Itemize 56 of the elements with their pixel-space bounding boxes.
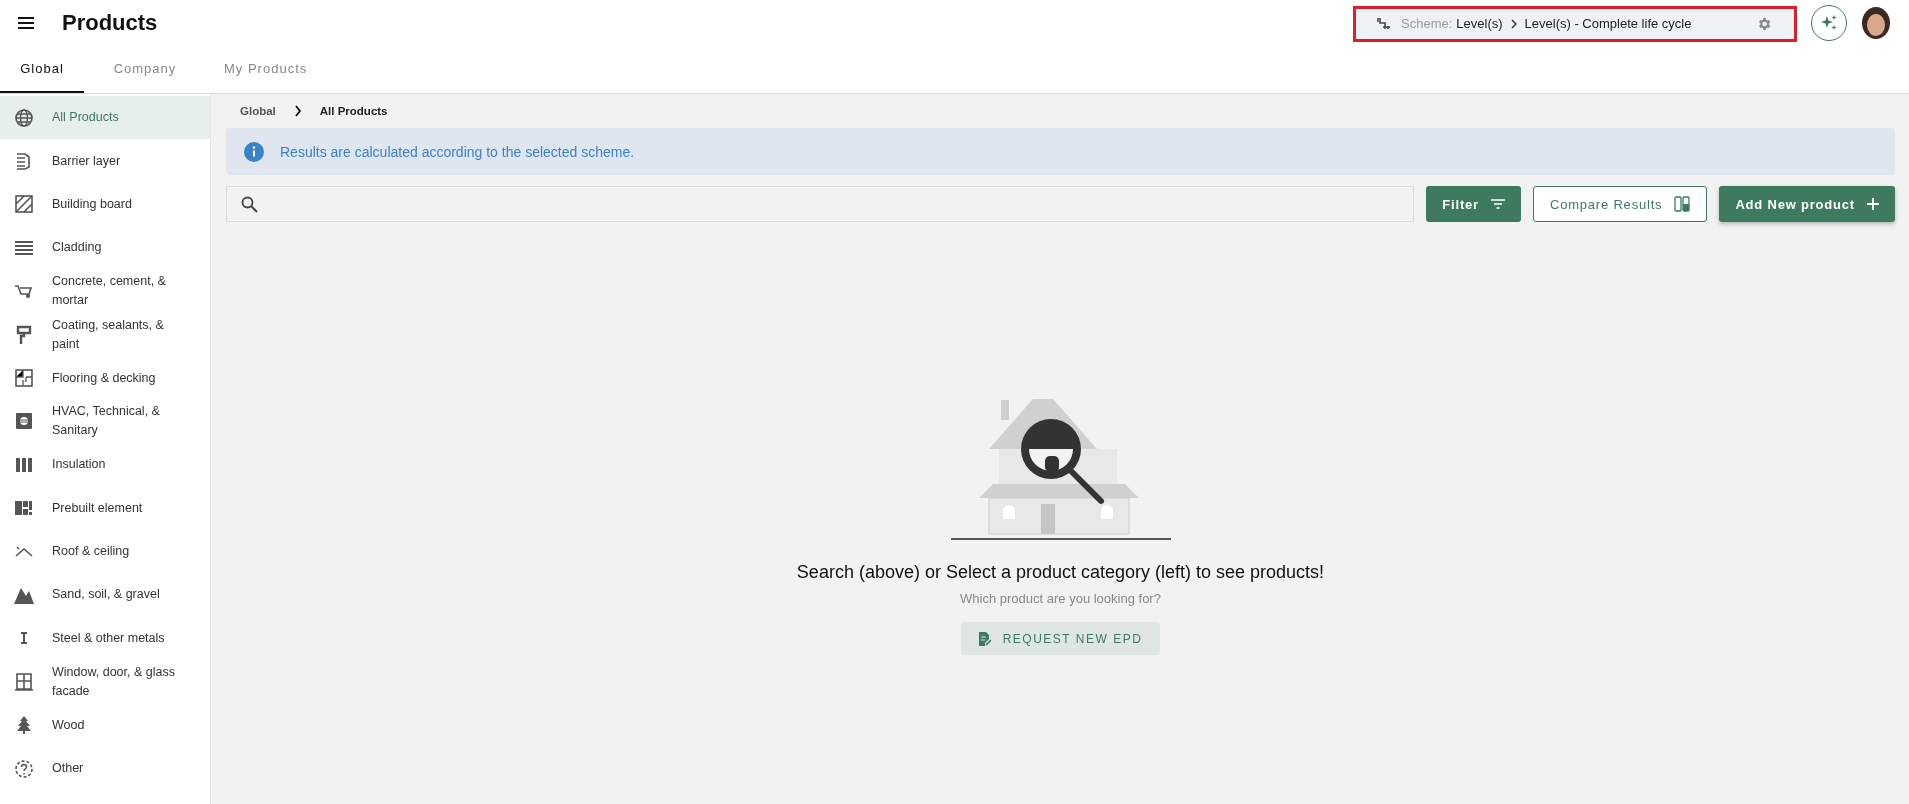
category-item[interactable]: Building board [0,182,210,227]
avatar[interactable] [1861,6,1891,40]
plus-icon [1867,198,1879,210]
ai-assistant-button[interactable] [1811,5,1847,41]
breadcrumb-link[interactable]: Global [240,105,276,117]
category-item[interactable]: Roof & ceiling [0,529,210,574]
info-text: Results are calculated according to the selected scheme. [280,143,635,160]
category-icon [14,368,34,389]
page-title: Products [62,10,158,36]
category-item[interactable]: Prebuilt element [0,486,210,530]
category-item[interactable]: Wood [0,703,210,747]
search-icon [241,195,258,213]
category-item[interactable]: Barrier layer [0,139,210,183]
document-edit-icon [978,631,991,646]
search-field[interactable] [226,186,1415,222]
category-item[interactable]: Steel & other metals [0,616,210,661]
category-icon [14,715,34,736]
breadcrumb-current: All Products [319,105,388,117]
category-item[interactable]: All Products [0,96,210,140]
category-item[interactable]: Flooring & decking [0,356,210,400]
category-icon [14,758,34,779]
category-icon [14,194,34,215]
compare-icon [1674,196,1691,212]
category-icon [14,411,34,432]
category-icon [14,324,34,345]
empty-state-heading: Search (above) or Select a product category (left) to see products! [796,562,1325,583]
filter-icon [1490,199,1505,209]
info-icon [244,141,264,162]
compare-results-button[interactable]: Compare Results [1532,186,1708,222]
category-item[interactable]: Sand, soil, & gravel [0,573,210,617]
category-item[interactable]: Cladding [0,226,210,270]
sparkle-icon [1820,14,1838,32]
scheme-level: Level(s) [1456,16,1503,31]
menu-icon[interactable] [18,17,34,29]
request-new-epd-button[interactable]: REQUEST NEW EPD [960,622,1161,655]
scheme-value: Level(s) - Complete life cycle [1524,16,1692,31]
filter-button[interactable]: Filter [1426,186,1521,222]
scheme-selector[interactable]: Scheme: Level(s) Level(s) - Complete life cycle [1353,5,1797,42]
chevron-right-icon [1509,18,1518,29]
tab[interactable]: Company [84,46,206,93]
category-icon [14,107,34,128]
scheme-icon [1376,16,1392,31]
tab[interactable]: Global [0,46,84,93]
chevron-right-icon [293,105,302,117]
category-item[interactable]: Coating, sealants, & paint [0,312,210,357]
category-item[interactable]: HVAC, Technical, & Sanitary [0,399,210,444]
add-new-product-button[interactable]: Add New product [1719,186,1895,222]
tab[interactable]: My Products [206,46,326,93]
category-icon [14,671,34,692]
empty-state-subtext: Which product are you looking for? [960,591,1161,606]
category-item[interactable]: Concrete, cement, & mortar [0,269,210,313]
category-item[interactable]: Insulation [0,443,210,487]
settings-icon[interactable] [1756,15,1772,32]
category-item[interactable]: Window, door, & glass facade [0,660,210,704]
category-item[interactable]: Other [0,746,210,791]
scheme-label: Scheme: [1401,16,1453,31]
